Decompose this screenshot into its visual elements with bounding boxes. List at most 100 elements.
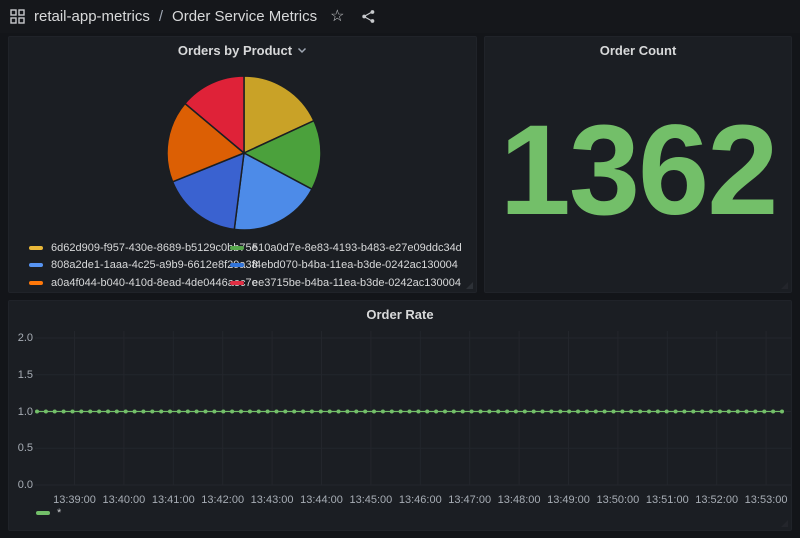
series-point[interactable] xyxy=(248,410,252,414)
series-point[interactable] xyxy=(354,410,358,414)
series-point[interactable] xyxy=(532,410,536,414)
series-point[interactable] xyxy=(638,410,642,414)
panel-header-order-rate[interactable]: Order Rate xyxy=(9,301,791,327)
series-point[interactable] xyxy=(195,410,199,414)
pie-legend-item[interactable]: 510a0d7e-8e83-4193-b483-e27e09ddc34d xyxy=(230,239,462,257)
series-point[interactable] xyxy=(88,410,92,414)
chevron-down-icon[interactable] xyxy=(297,47,307,54)
series-point[interactable] xyxy=(496,410,500,414)
series-point[interactable] xyxy=(301,410,305,414)
series-point[interactable] xyxy=(585,410,589,414)
series-point[interactable] xyxy=(665,410,669,414)
series-point[interactable] xyxy=(682,410,686,414)
series-point[interactable] xyxy=(434,410,438,414)
series-point[interactable] xyxy=(363,410,367,414)
series-point[interactable] xyxy=(594,410,598,414)
series-point[interactable] xyxy=(381,410,385,414)
pie-legend-item[interactable]: a0a4f044-b040-410d-8ead-4de0446aec7e xyxy=(29,274,230,292)
series-point[interactable] xyxy=(106,410,110,414)
series-point[interactable] xyxy=(239,410,243,414)
series-point[interactable] xyxy=(177,410,181,414)
series-point[interactable] xyxy=(408,410,412,414)
series-point[interactable] xyxy=(159,410,163,414)
series-point[interactable] xyxy=(35,410,39,414)
series-point[interactable] xyxy=(133,410,137,414)
series-point[interactable] xyxy=(150,410,154,414)
series-point[interactable] xyxy=(727,410,731,414)
series-point[interactable] xyxy=(452,410,456,414)
series-point[interactable] xyxy=(257,410,261,414)
series-point[interactable] xyxy=(718,410,722,414)
series-point[interactable] xyxy=(558,410,562,414)
series-point[interactable] xyxy=(523,410,527,414)
star-icon[interactable]: ☆ xyxy=(330,9,344,25)
series-point[interactable] xyxy=(416,410,420,414)
series-point[interactable] xyxy=(390,410,394,414)
pie-legend-item[interactable]: ee3715be-b4ba-11ea-b3de-0242ac130004 xyxy=(230,274,462,292)
series-point[interactable] xyxy=(691,410,695,414)
series-point[interactable] xyxy=(275,410,279,414)
series-point[interactable] xyxy=(425,410,429,414)
series-point[interactable] xyxy=(549,410,553,414)
series-point[interactable] xyxy=(337,410,341,414)
series-point[interactable] xyxy=(168,410,172,414)
series-point[interactable] xyxy=(736,410,740,414)
series-point[interactable] xyxy=(745,410,749,414)
series-point[interactable] xyxy=(487,410,491,414)
breadcrumb-folder[interactable]: retail-app-metrics xyxy=(34,8,150,25)
series-point[interactable] xyxy=(292,410,296,414)
series-point[interactable] xyxy=(399,410,403,414)
rate-legend-item[interactable]: * xyxy=(36,507,61,519)
panel-resize-handle[interactable] xyxy=(781,520,788,527)
panel-header-order-count[interactable]: Order Count xyxy=(485,37,791,63)
series-point[interactable] xyxy=(603,410,607,414)
series-point[interactable] xyxy=(753,410,757,414)
series-point[interactable] xyxy=(479,410,483,414)
series-point[interactable] xyxy=(97,410,101,414)
series-point[interactable] xyxy=(656,410,660,414)
series-point[interactable] xyxy=(762,410,766,414)
series-point[interactable] xyxy=(700,410,704,414)
series-point[interactable] xyxy=(71,410,75,414)
series-point[interactable] xyxy=(567,410,571,414)
series-point[interactable] xyxy=(612,410,616,414)
series-point[interactable] xyxy=(780,410,784,414)
series-point[interactable] xyxy=(141,410,145,414)
series-point[interactable] xyxy=(186,410,190,414)
series-point[interactable] xyxy=(514,410,518,414)
series-point[interactable] xyxy=(266,410,270,414)
series-point[interactable] xyxy=(443,410,447,414)
series-point[interactable] xyxy=(674,410,678,414)
series-point[interactable] xyxy=(771,410,775,414)
series-point[interactable] xyxy=(310,410,314,414)
series-point[interactable] xyxy=(576,410,580,414)
series-point[interactable] xyxy=(709,410,713,414)
dashboard-grid-icon[interactable] xyxy=(10,9,25,24)
series-point[interactable] xyxy=(62,410,66,414)
pie-legend-item[interactable]: 808a2de1-1aaa-4c25-a9b9-6612e8f29a38 xyxy=(29,257,230,275)
series-point[interactable] xyxy=(372,410,376,414)
series-point[interactable] xyxy=(319,410,323,414)
series-point[interactable] xyxy=(124,410,128,414)
series-point[interactable] xyxy=(79,410,83,414)
pie-legend-item[interactable]: f4ebd070-b4ba-11ea-b3de-0242ac130004 xyxy=(230,257,462,275)
series-point[interactable] xyxy=(620,410,624,414)
series-point[interactable] xyxy=(53,410,57,414)
share-icon[interactable] xyxy=(361,9,376,24)
series-point[interactable] xyxy=(345,410,349,414)
series-point[interactable] xyxy=(470,410,474,414)
series-point[interactable] xyxy=(221,410,225,414)
series-point[interactable] xyxy=(230,410,234,414)
series-point[interactable] xyxy=(647,410,651,414)
series-point[interactable] xyxy=(204,410,208,414)
series-point[interactable] xyxy=(212,410,216,414)
breadcrumb-dashboard-title[interactable]: Order Service Metrics xyxy=(172,8,317,25)
series-point[interactable] xyxy=(328,410,332,414)
series-point[interactable] xyxy=(629,410,633,414)
pie-legend-item[interactable]: 6d62d909-f957-430e-8689-b5129c0bb75e xyxy=(29,239,230,257)
series-point[interactable] xyxy=(115,410,119,414)
series-point[interactable] xyxy=(505,410,509,414)
panel-resize-handle[interactable] xyxy=(466,282,473,289)
panel-resize-handle[interactable] xyxy=(781,282,788,289)
series-point[interactable] xyxy=(461,410,465,414)
